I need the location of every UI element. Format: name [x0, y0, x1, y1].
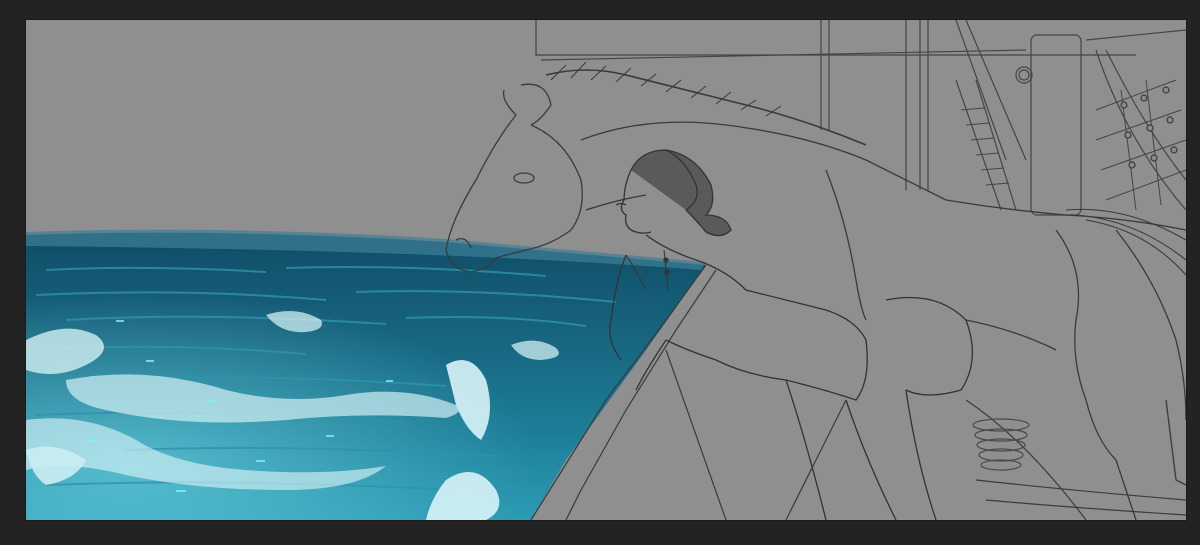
editor-workspace [0, 0, 1200, 545]
document-canvas[interactable] [26, 20, 1186, 520]
artwork-svg [26, 20, 1186, 520]
